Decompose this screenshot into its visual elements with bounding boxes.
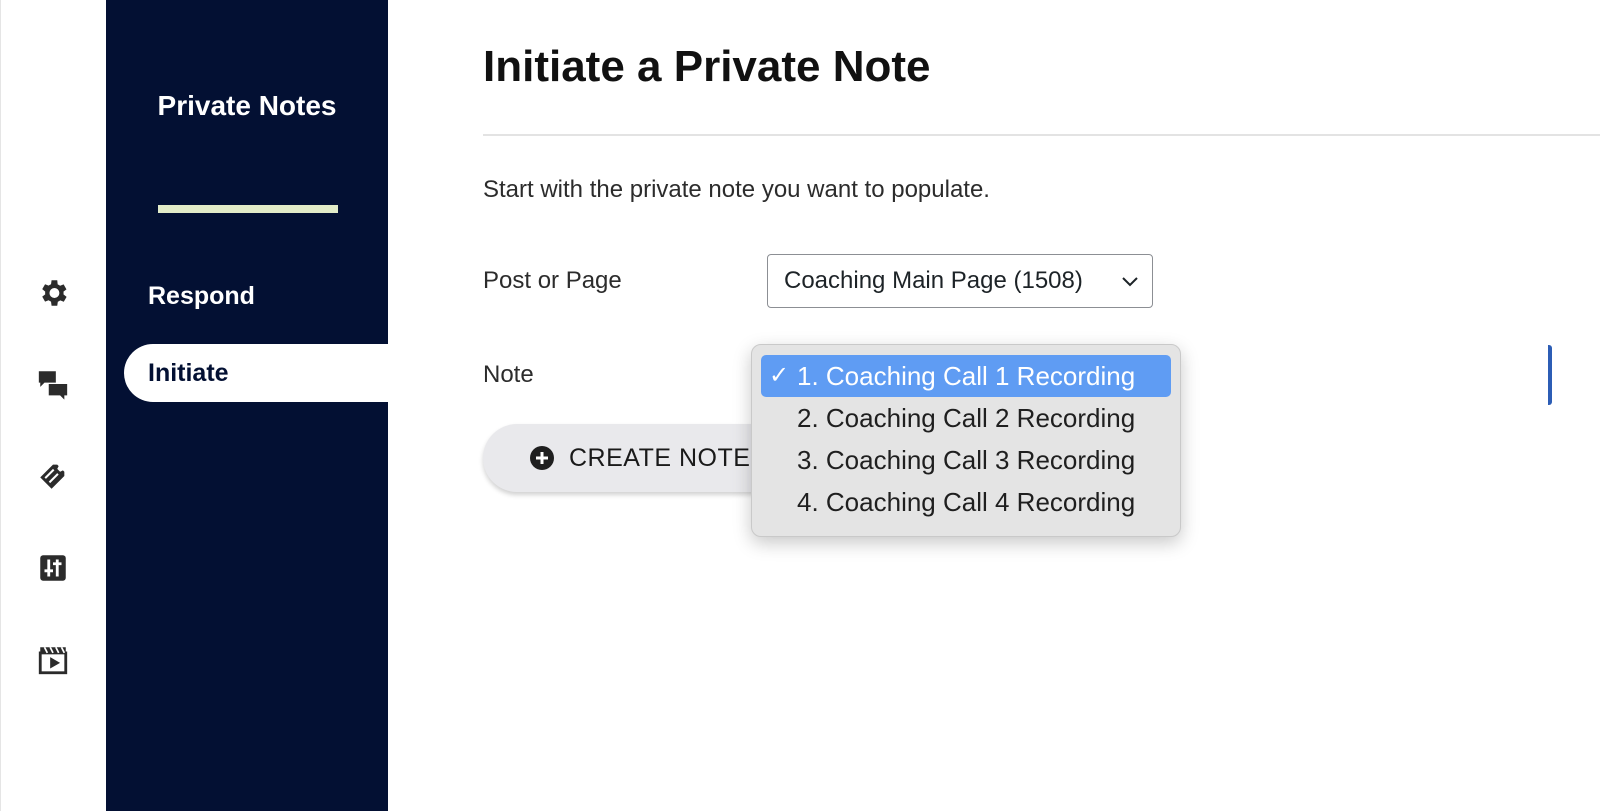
sidebar-item-initiate[interactable]: Initiate [124,344,388,402]
app-window: Private Notes Respond Initiate Initiate … [0,0,1600,811]
sidebar-item-respond[interactable]: Respond [148,282,255,311]
gear-icon[interactable] [35,275,71,311]
title-divider [483,134,1600,136]
sliders-icon[interactable] [35,550,71,586]
chat-bubbles-icon[interactable] [35,366,71,402]
intro-text: Start with the private note you want to … [483,176,990,203]
post-or-page-label: Post or Page [483,267,622,294]
sidebar: Private Notes Respond Initiate [106,0,388,811]
dropdown-option-3[interactable]: 3. Coaching Call 3 Recording [761,439,1171,481]
sidebar-title: Private Notes [157,90,337,121]
option-label: 1. Coaching Call 1 Recording [797,361,1136,391]
page-title: Initiate a Private Note [483,42,931,91]
chevron-down-icon [1122,277,1138,287]
dropdown-option-4[interactable]: 4. Coaching Call 4 Recording [761,481,1171,523]
create-notes-label: CREATE NOTES [569,443,768,472]
icon-rail [0,0,106,811]
note-label: Note [483,361,534,388]
sidebar-divider [158,205,338,213]
plus-circle-icon [530,446,554,470]
dropdown-option-2[interactable]: 2. Coaching Call 2 Recording [761,397,1171,439]
option-label: 3. Coaching Call 3 Recording [797,445,1136,475]
note-select[interactable] [1548,345,1552,405]
post-or-page-value: Coaching Main Page (1508) [784,267,1083,294]
ticket-icon[interactable] [35,458,71,494]
option-label: 2. Coaching Call 2 Recording [797,403,1136,433]
dropdown-option-1[interactable]: ✓ 1. Coaching Call 1 Recording [761,355,1171,397]
option-label: 4. Coaching Call 4 Recording [797,487,1136,517]
note-dropdown-menu: ✓ 1. Coaching Call 1 Recording 2. Coachi… [751,344,1181,537]
checkmark-icon: ✓ [769,362,790,389]
post-or-page-select[interactable]: Coaching Main Page (1508) [767,254,1153,308]
video-clapper-icon[interactable] [35,642,71,678]
